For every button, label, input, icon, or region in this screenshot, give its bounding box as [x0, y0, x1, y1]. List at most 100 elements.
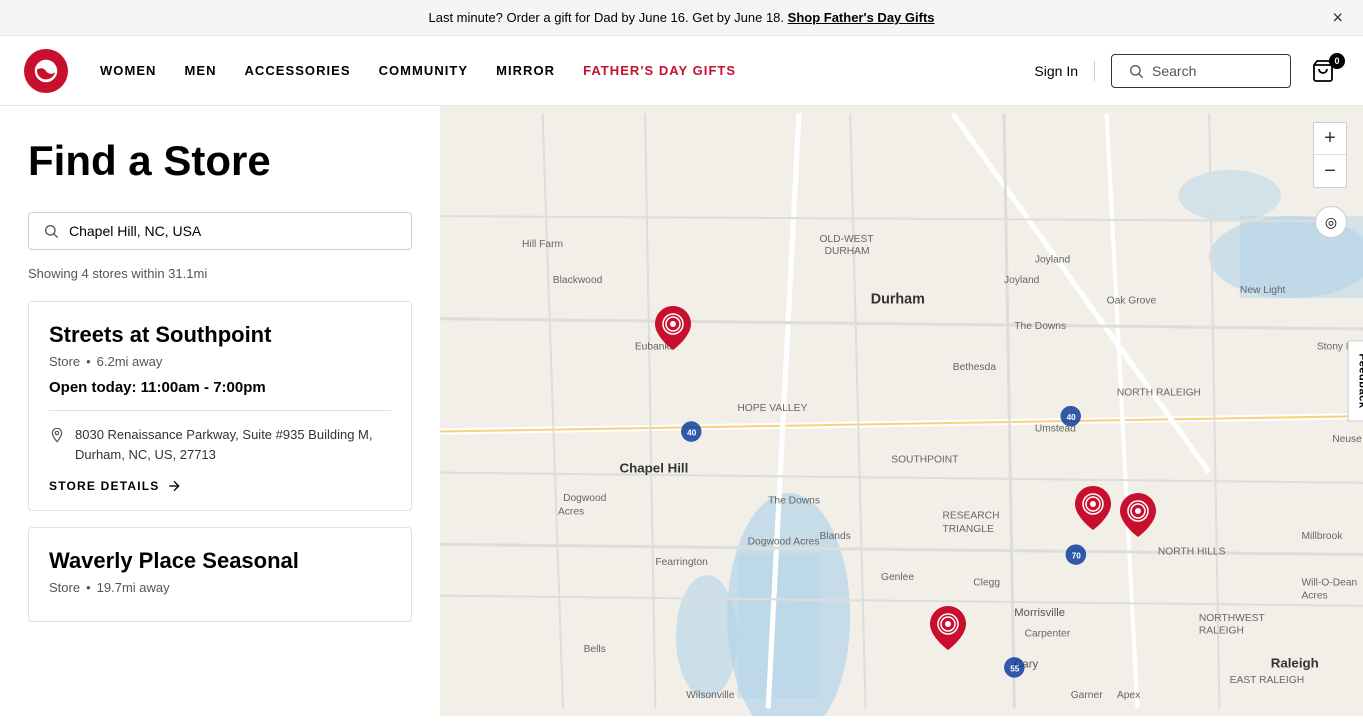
location-search[interactable]	[28, 212, 412, 250]
map-pin-icon-4	[930, 606, 966, 650]
cart-badge: 0	[1329, 53, 1345, 69]
zoom-in-button[interactable]: +	[1314, 123, 1346, 155]
svg-text:Will-O-Dean: Will-O-Dean	[1301, 577, 1357, 588]
svg-text:RALEIGH: RALEIGH	[1199, 626, 1244, 637]
svg-text:Blackwood: Blackwood	[553, 275, 603, 286]
map-pin-icon-1	[655, 306, 691, 350]
nav-item-community[interactable]: COMMUNITY	[379, 63, 469, 78]
header-right: Sign In Search 0	[1034, 54, 1339, 88]
svg-text:40: 40	[1067, 413, 1077, 422]
svg-text:RESEARCH: RESEARCH	[943, 511, 1000, 522]
map-pin-4[interactable]	[930, 606, 966, 653]
svg-text:Genlee: Genlee	[881, 572, 914, 583]
store-address-text-1: 8030 Renaissance Parkway, Suite #935 Bui…	[75, 425, 373, 464]
svg-text:70: 70	[1072, 552, 1082, 561]
feedback-tab[interactable]: Feedback	[1347, 340, 1363, 421]
map-placeholder: Durham Chapel Hill RESEARCH TRIANGLE NOR…	[440, 106, 1363, 716]
svg-text:OLD-WEST: OLD-WEST	[819, 234, 874, 245]
svg-text:Dogwood: Dogwood	[563, 493, 607, 504]
svg-text:Acres: Acres	[1301, 591, 1327, 602]
page-title: Find a Store	[28, 138, 412, 184]
banner-close-button[interactable]: ×	[1332, 7, 1343, 28]
store-details-label-1: STORE DETAILS	[49, 479, 160, 493]
main-nav: WOMEN MEN ACCESSORIES COMMUNITY MIRROR F…	[100, 63, 1034, 78]
nav-item-accessories[interactable]: ACCESSORIES	[245, 63, 351, 78]
svg-text:Joyland: Joyland	[1035, 254, 1071, 265]
svg-text:Bethesda: Bethesda	[953, 362, 997, 373]
store-address-1: 8030 Renaissance Parkway, Suite #935 Bui…	[49, 425, 391, 464]
svg-text:EAST RALEIGH: EAST RALEIGH	[1230, 675, 1304, 686]
store-count: Showing 4 stores within 31.1mi	[28, 266, 412, 281]
store-hours-1: Open today: 11:00am - 7:00pm	[49, 379, 391, 396]
store-details-link-1[interactable]: STORE DETAILS	[49, 478, 391, 494]
svg-text:The Downs: The Downs	[768, 495, 820, 506]
nav-item-mirror[interactable]: MIRROR	[496, 63, 555, 78]
svg-text:Neuse: Neuse	[1332, 434, 1362, 445]
map-compass[interactable]: ◎	[1315, 206, 1347, 238]
svg-text:Durham: Durham	[871, 291, 925, 307]
svg-text:Garner: Garner	[1071, 690, 1103, 701]
svg-text:Oak Grove: Oak Grove	[1107, 295, 1157, 306]
svg-text:Fearrington: Fearrington	[655, 557, 708, 568]
svg-text:TRIANGLE: TRIANGLE	[943, 524, 994, 535]
sign-in-link[interactable]: Sign In	[1034, 63, 1078, 79]
svg-text:NORTH RALEIGH: NORTH RALEIGH	[1117, 388, 1201, 399]
zoom-out-button[interactable]: −	[1314, 155, 1346, 187]
store-card-2: Waverly Place Seasonal Store • 19.7mi aw…	[28, 527, 412, 622]
svg-text:Acres: Acres	[558, 507, 584, 518]
logo-icon	[32, 57, 60, 85]
location-input[interactable]	[69, 223, 397, 239]
svg-text:New Light: New Light	[1240, 285, 1286, 296]
svg-text:SOUTHPOINT: SOUTHPOINT	[891, 454, 959, 465]
banner-text: Last minute? Order a gift for Dad by Jun…	[428, 10, 784, 25]
feedback-container: Feedback	[1322, 366, 1363, 396]
svg-text:NORTHWEST: NORTHWEST	[1199, 613, 1266, 624]
arrow-right-icon-1	[166, 478, 182, 494]
svg-text:Morrisville: Morrisville	[1014, 607, 1065, 619]
svg-text:40: 40	[687, 429, 697, 438]
svg-text:The Downs: The Downs	[1014, 321, 1066, 332]
search-icon	[1128, 63, 1144, 79]
location-search-icon	[43, 223, 59, 239]
cart-icon[interactable]: 0	[1307, 55, 1339, 87]
svg-text:Clegg: Clegg	[973, 577, 1000, 588]
location-pin-icon-1	[49, 427, 65, 443]
map-pin-icon-2	[1075, 486, 1111, 530]
map-area: Durham Chapel Hill RESEARCH TRIANGLE NOR…	[440, 106, 1363, 716]
svg-text:Bells: Bells	[584, 644, 606, 655]
search-placeholder: Search	[1152, 63, 1196, 79]
map-pin-2[interactable]	[1075, 486, 1111, 533]
map-controls: + −	[1313, 122, 1347, 188]
top-banner: Last minute? Order a gift for Dad by Jun…	[0, 0, 1363, 36]
nav-item-men[interactable]: MEN	[184, 63, 216, 78]
search-bar[interactable]: Search	[1111, 54, 1291, 88]
logo[interactable]	[24, 49, 68, 93]
banner-link[interactable]: Shop Father's Day Gifts	[788, 10, 935, 25]
svg-text:Wilsonville: Wilsonville	[686, 690, 735, 701]
header: WOMEN MEN ACCESSORIES COMMUNITY MIRROR F…	[0, 36, 1363, 106]
svg-text:Raleigh: Raleigh	[1271, 655, 1319, 670]
map-pin-icon-3	[1120, 493, 1156, 537]
svg-text:Blands: Blands	[819, 531, 850, 542]
nav-item-fathers-day[interactable]: FATHER'S DAY GIFTS	[583, 63, 736, 78]
svg-text:Hill Farm: Hill Farm	[522, 239, 563, 250]
store-type-2: Store	[49, 580, 80, 595]
store-type-1: Store	[49, 354, 80, 369]
store-card-1: Streets at Southpoint Store • 6.2mi away…	[28, 301, 412, 511]
store-distance-2: 19.7mi away	[97, 580, 170, 595]
map-svg: Durham Chapel Hill RESEARCH TRIANGLE NOR…	[440, 106, 1363, 716]
svg-text:Chapel Hill: Chapel Hill	[619, 461, 688, 476]
map-pin-3[interactable]	[1120, 493, 1156, 540]
svg-text:Joyland: Joyland	[1004, 275, 1040, 286]
store-meta-1: Store • 6.2mi away	[49, 354, 391, 369]
nav-item-women[interactable]: WOMEN	[100, 63, 156, 78]
svg-text:55: 55	[1010, 664, 1020, 673]
svg-text:DURHAM: DURHAM	[825, 246, 870, 257]
store-name-2: Waverly Place Seasonal	[49, 548, 391, 574]
left-panel: Find a Store Showing 4 stores within 31.…	[0, 106, 440, 716]
svg-text:HOPE VALLEY: HOPE VALLEY	[737, 403, 807, 414]
svg-text:Millbrook: Millbrook	[1301, 531, 1343, 542]
svg-text:Apex: Apex	[1117, 690, 1141, 701]
map-pin-1[interactable]	[655, 306, 691, 353]
store-distance-1: 6.2mi away	[97, 354, 163, 369]
